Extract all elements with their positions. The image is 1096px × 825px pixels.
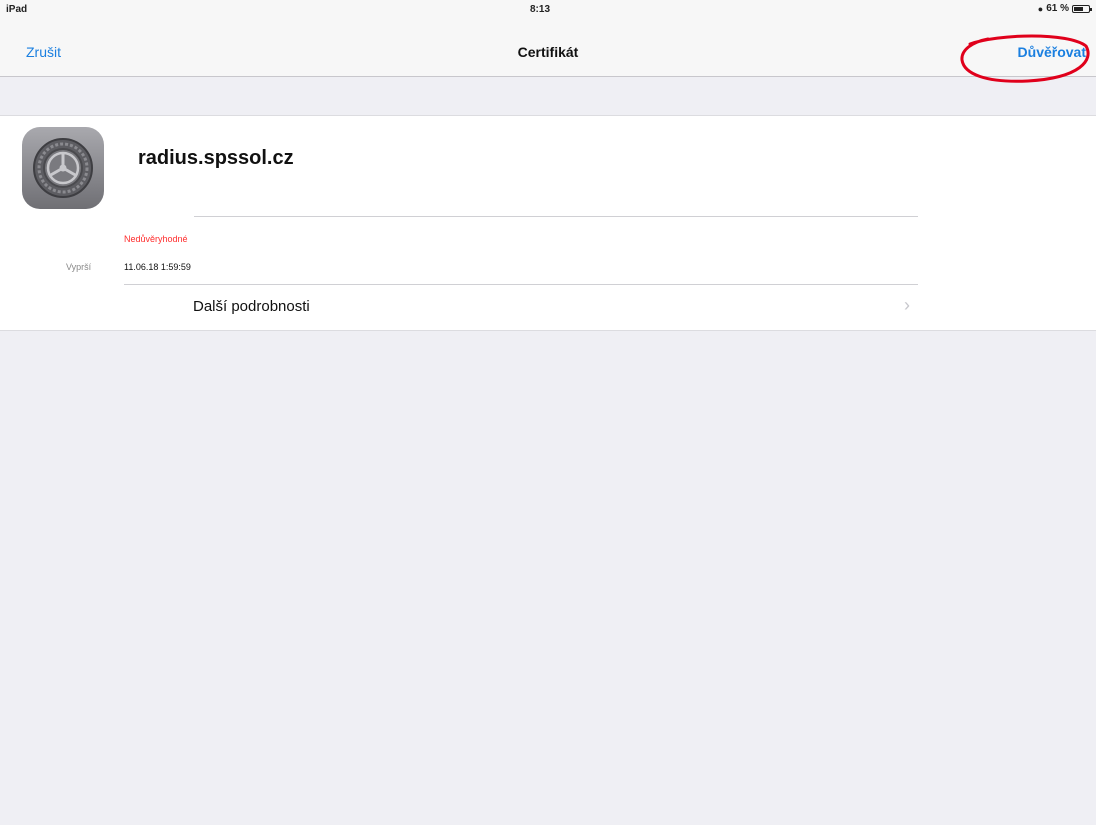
navigation-bar: Zrušit Certifikát Důvěřovat xyxy=(0,20,1096,77)
battery-nub xyxy=(1090,7,1092,11)
battery-fill xyxy=(1074,6,1083,11)
more-details-label: Další podrobnosti xyxy=(193,298,310,315)
certificate-card: radius.spssol.cz Nedůvěryhodné Vyprší 11… xyxy=(0,115,1096,331)
battery-icon xyxy=(1072,4,1092,13)
status-bar: iPad 8:13 ● 61 % xyxy=(0,0,1096,20)
expires-label: Vyprší xyxy=(66,262,92,272)
status-time: 8:13 xyxy=(530,4,551,15)
trust-button[interactable]: Důvěřovat xyxy=(1018,44,1086,60)
status-right-group: ● 61 % xyxy=(1037,3,1092,14)
page-title: Certifikát xyxy=(517,44,579,60)
expires-value: 11.06.18 1:59:59 xyxy=(124,262,191,272)
chevron-right-icon: › xyxy=(904,295,910,315)
battery-percentage: 61 % xyxy=(1046,3,1069,14)
more-details-row[interactable]: Další podrobnosti › xyxy=(0,285,1096,331)
trust-status-label: Nedůvěryhodné xyxy=(124,234,188,244)
divider xyxy=(194,216,918,217)
status-device-name: iPad xyxy=(6,4,28,15)
certificate-name: radius.spssol.cz xyxy=(138,147,294,169)
orientation-lock-icon: ● xyxy=(1037,3,1044,14)
gear-graphic xyxy=(33,138,93,198)
settings-gear-icon xyxy=(22,127,104,209)
